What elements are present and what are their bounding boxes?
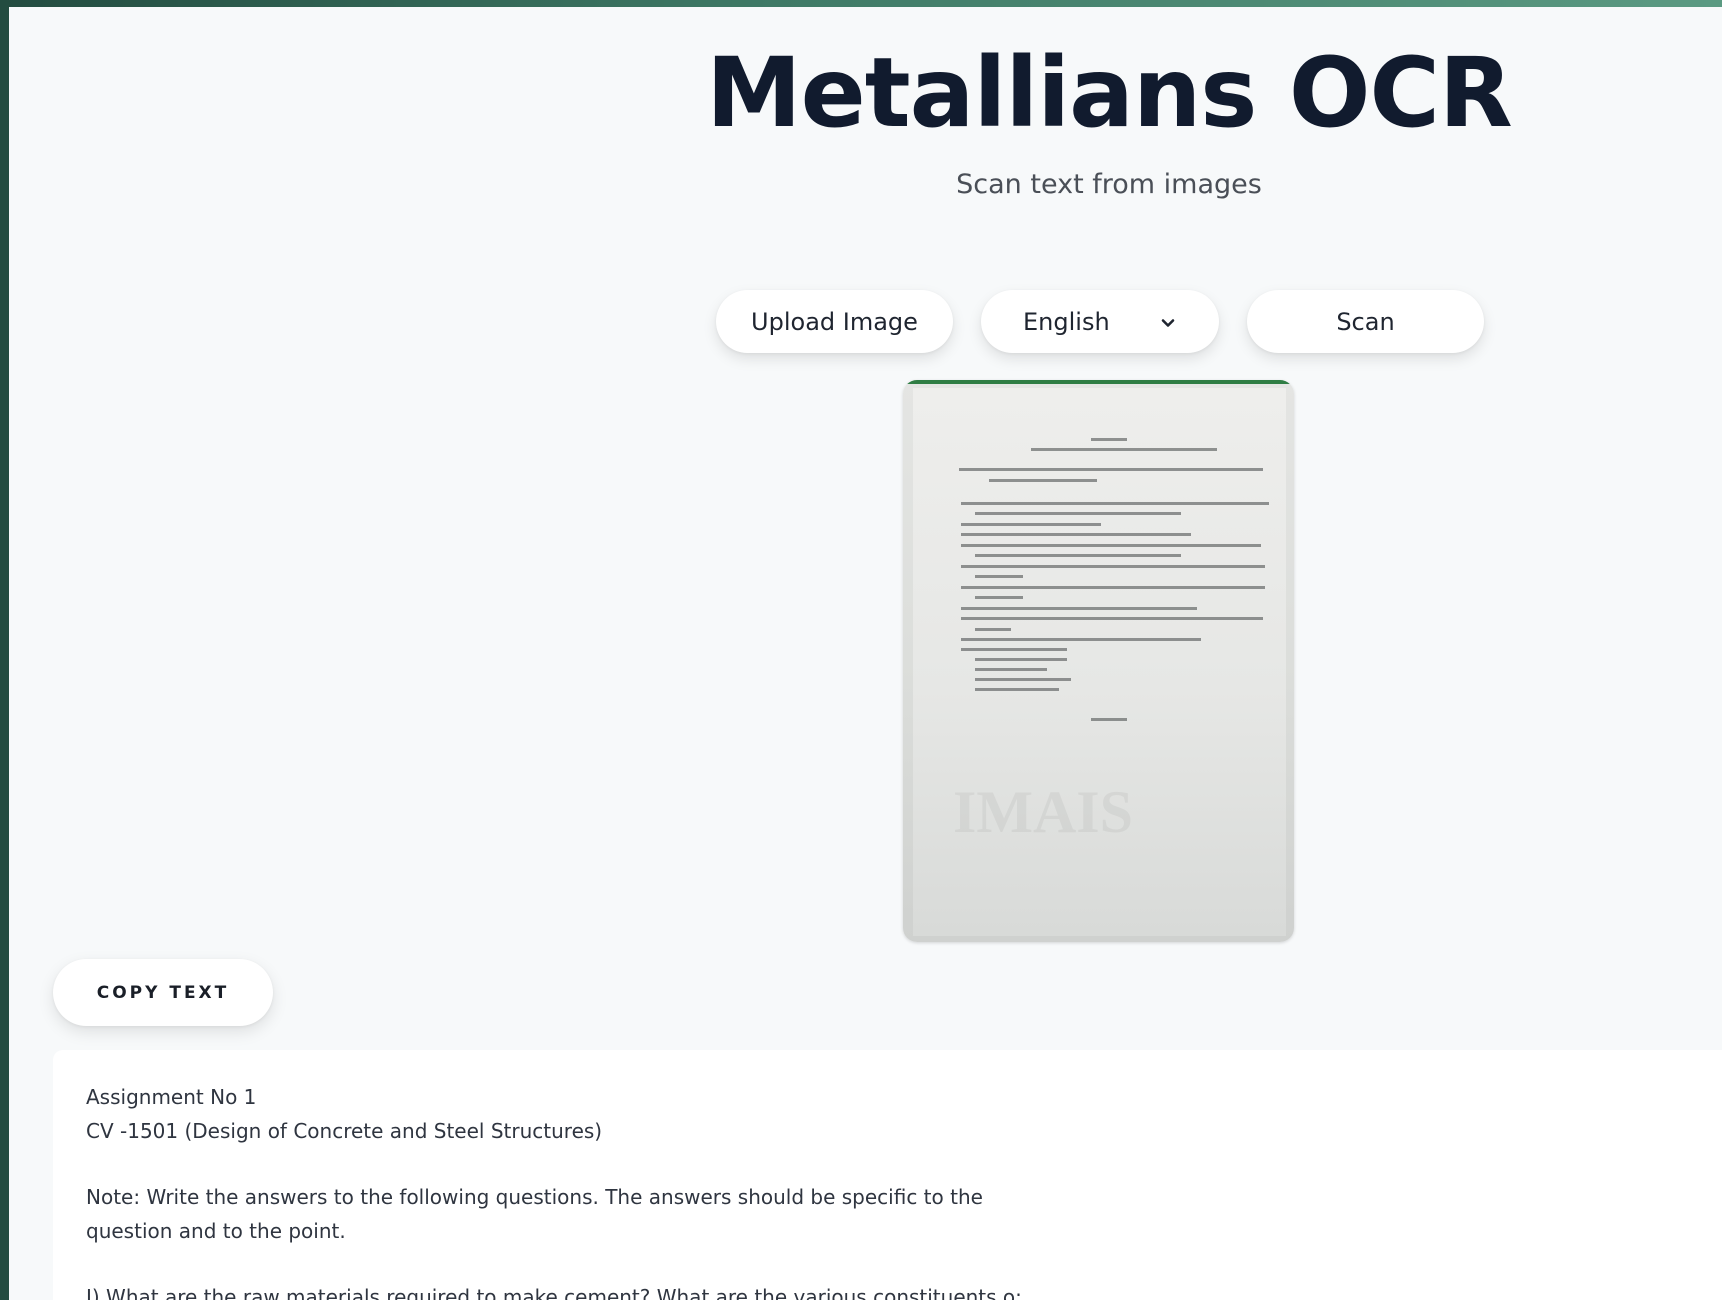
- language-select[interactable]: English: [981, 290, 1219, 353]
- preview-edge: [903, 380, 1294, 384]
- copy-text-button[interactable]: COPY TEXT: [53, 959, 273, 1026]
- ocr-result-panel[interactable]: Assignment No 1 CV -1501 (Design of Conc…: [53, 1050, 1722, 1300]
- window-frame: Metallians OCR Scan text from images Upl…: [0, 0, 1722, 1300]
- result-line: Assignment No 1: [86, 1085, 257, 1109]
- result-line: I) What are the raw materials required t…: [86, 1285, 1022, 1300]
- photo-watermark: IMAIS: [953, 779, 1134, 845]
- page-title: Metallians OCR: [706, 37, 1513, 149]
- document-photo: IMAIS: [913, 388, 1286, 936]
- scan-button[interactable]: Scan: [1247, 290, 1484, 353]
- upload-image-button[interactable]: Upload Image: [716, 290, 953, 353]
- uploaded-image-preview: IMAIS: [903, 380, 1294, 942]
- language-selected-value: English: [1023, 307, 1110, 336]
- result-line: Note: Write the answers to the following…: [86, 1185, 983, 1243]
- chevron-down-icon: [1159, 310, 1177, 338]
- app-page: Metallians OCR Scan text from images Upl…: [9, 7, 1722, 1300]
- result-line: CV -1501 (Design of Concrete and Steel S…: [86, 1119, 603, 1143]
- page-subtitle: Scan text from images: [956, 169, 1262, 200]
